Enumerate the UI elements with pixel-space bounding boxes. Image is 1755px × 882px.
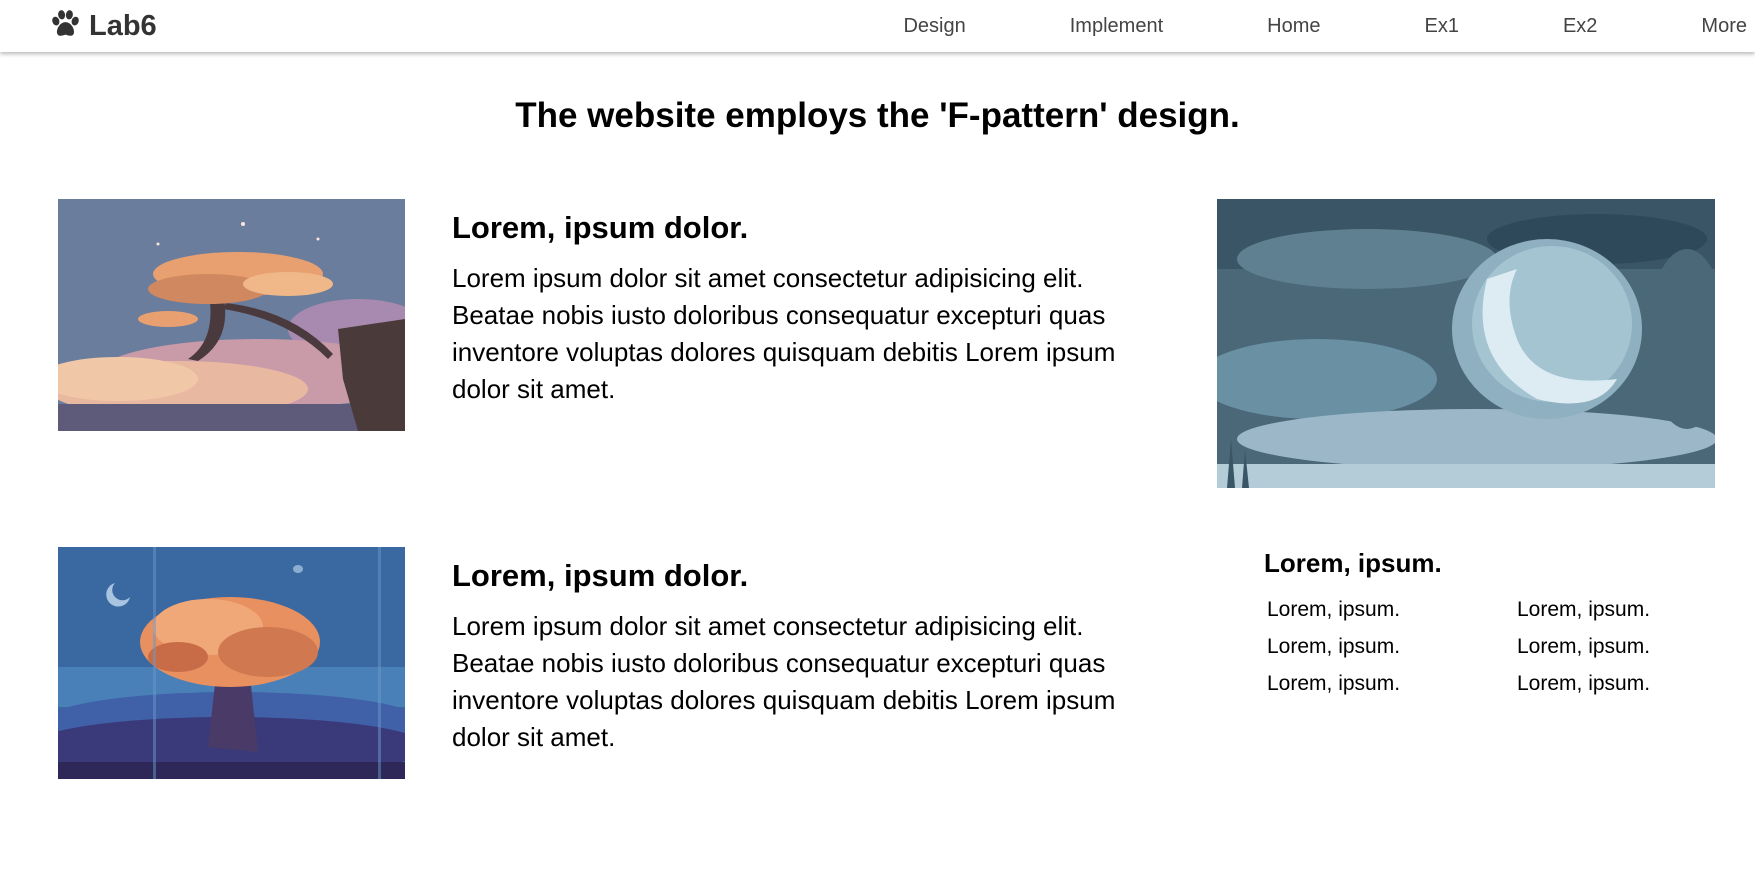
article-2: Lorem, ipsum dolor. Lorem ipsum dolor si… bbox=[452, 558, 1172, 756]
side-list-item[interactable]: Lorem, ipsum. bbox=[1514, 591, 1714, 628]
nav-link-home[interactable]: Home bbox=[1215, 0, 1372, 52]
side-list-item[interactable]: Lorem, ipsum. bbox=[1514, 665, 1714, 702]
nav-links: Design Implement Home Ex1 Ex2 More bbox=[851, 0, 1755, 52]
paw-icon bbox=[50, 9, 81, 44]
side-list-item[interactable]: Lorem, ipsum. bbox=[1264, 591, 1514, 628]
brand-link[interactable]: Lab6 bbox=[50, 9, 157, 44]
side-list-item[interactable]: Lorem, ipsum. bbox=[1264, 628, 1514, 665]
article-1-body: Lorem ipsum dolor sit amet consectetur a… bbox=[452, 263, 1116, 404]
page-title: The website employs the 'F-pattern' desi… bbox=[515, 96, 1240, 135]
side-list-grid: Lorem, ipsum. Lorem, ipsum. Lorem, ipsum… bbox=[1264, 591, 1714, 702]
side-list-heading: Lorem, ipsum. bbox=[1264, 548, 1442, 578]
side-link-list: Lorem, ipsum. Lorem, ipsum. Lorem, ipsum… bbox=[1264, 545, 1714, 702]
nav-link-ex2[interactable]: Ex2 bbox=[1511, 0, 1649, 52]
side-list-item[interactable]: Lorem, ipsum. bbox=[1264, 665, 1514, 702]
article-image-night-tree bbox=[58, 547, 405, 779]
article-1: Lorem, ipsum dolor. Lorem ipsum dolor si… bbox=[452, 210, 1172, 408]
brand-name: Lab6 bbox=[89, 10, 157, 42]
article-image-tree-cliff bbox=[58, 199, 405, 431]
article-1-heading: Lorem, ipsum dolor. bbox=[452, 210, 749, 245]
article-2-heading: Lorem, ipsum dolor. bbox=[452, 558, 749, 593]
side-image-moon bbox=[1217, 199, 1715, 488]
article-2-body: Lorem ipsum dolor sit amet consectetur a… bbox=[452, 611, 1116, 752]
nav-link-implement[interactable]: Implement bbox=[1018, 0, 1215, 52]
nav-link-more[interactable]: More bbox=[1649, 0, 1755, 52]
side-list-item[interactable]: Lorem, ipsum. bbox=[1514, 628, 1714, 665]
nav-link-ex1[interactable]: Ex1 bbox=[1372, 0, 1510, 52]
nav-link-design[interactable]: Design bbox=[851, 0, 1017, 52]
top-navbar: Lab6 Design Implement Home Ex1 Ex2 More bbox=[0, 0, 1755, 52]
